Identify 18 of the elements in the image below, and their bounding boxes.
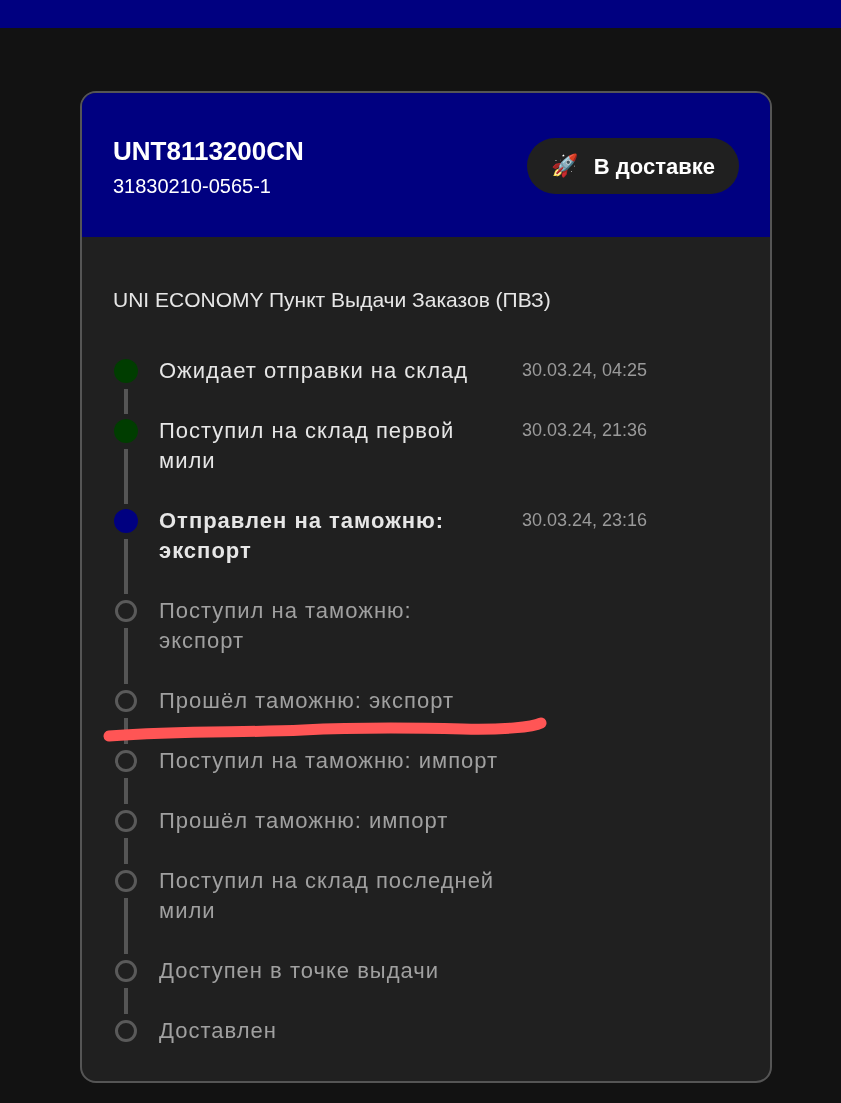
status-label: В доставке — [593, 152, 715, 181]
step-label: Прошёл таможню: экспорт — [159, 687, 455, 715]
step-label: Поступил на склад первой мили — [159, 417, 456, 475]
rocket-icon: 🚀 — [550, 155, 578, 177]
step-label: Ожидает отправки на склад — [159, 357, 470, 385]
step-date: 30.03.24, 23:16 — [522, 509, 648, 532]
order-number: 31830210-0565-1 — [113, 174, 272, 199]
step-date: 30.03.24, 04:25 — [522, 359, 648, 382]
tracking-number: UNT8113200CN — [113, 135, 304, 167]
step-label: Прошёл таможню: импорт — [159, 807, 450, 835]
step-label: Доставлен — [159, 1017, 278, 1045]
step-date: 30.03.24, 21:36 — [522, 419, 648, 442]
step-label: Поступил на таможню: импорт — [159, 747, 500, 775]
step-label: Отправлен на таможню: экспорт — [159, 507, 446, 565]
step-label: Поступил на склад последней мили — [159, 867, 496, 925]
step-label: Доступен в точке выдачи — [159, 957, 441, 985]
step-label: Поступил на таможню: экспорт — [159, 597, 413, 655]
service-name: UNI ECONOMY Пункт Выдачи Заказов (ПВЗ) — [113, 287, 552, 313]
